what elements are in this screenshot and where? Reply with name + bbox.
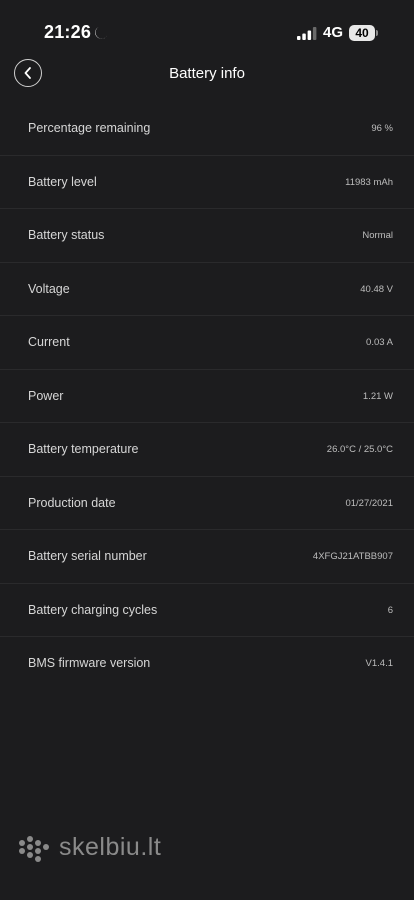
info-label: Battery status <box>28 228 105 242</box>
row-battery-status: Battery status Normal <box>0 209 414 263</box>
info-label: Percentage remaining <box>28 121 151 135</box>
info-label: Current <box>28 335 70 349</box>
status-bar: 21:26 4G 40 <box>0 0 414 60</box>
info-label: Power <box>28 388 64 403</box>
battery-icon: 40 <box>349 25 379 41</box>
battery-level: 40 <box>349 25 375 41</box>
info-value: Normal <box>362 230 393 241</box>
row-current: Current 0.03 A <box>0 316 414 370</box>
signal-icon <box>297 27 317 40</box>
info-value: 1.21 W <box>362 390 393 402</box>
row-battery-serial-number: Battery serial number 4XFGJ21ATBB907 <box>0 530 414 584</box>
info-label: Battery charging cycles <box>28 602 158 617</box>
row-voltage: Voltage 40.48 V <box>0 263 414 316</box>
info-value: 0.03 A <box>366 337 393 348</box>
info-value: 96 % <box>371 123 393 134</box>
info-label: Voltage <box>28 281 70 296</box>
info-label: Production date <box>28 495 116 510</box>
nav-header: Battery info <box>0 56 414 92</box>
info-value: 11983 mAh <box>345 176 393 188</box>
info-label: Battery level <box>28 174 97 189</box>
network-label: 4G <box>323 24 344 41</box>
info-label: Battery temperature <box>28 442 139 456</box>
info-value: 26.0°C / 25.0°C <box>326 444 393 455</box>
status-time: 21:26 <box>44 22 92 42</box>
row-percentage-remaining: Percentage remaining 96 % <box>0 102 414 156</box>
info-value: 40.48 V <box>360 283 393 295</box>
row-battery-charging-cycles: Battery charging cycles 6 <box>0 584 414 637</box>
row-battery-level: Battery level 11983 mAh <box>0 156 414 209</box>
info-value: 4XFGJ21ATBB907 <box>312 551 393 562</box>
info-value: 6 <box>387 604 393 616</box>
moon-icon <box>95 26 108 39</box>
row-bms-firmware-version: BMS firmware version V1.4.1 <box>0 637 414 691</box>
watermark-text: skelbiu.lt <box>59 833 162 861</box>
battery-tip <box>376 30 378 36</box>
info-label: BMS firmware version <box>28 656 151 670</box>
row-production-date: Production date 01/27/2021 <box>0 477 414 530</box>
row-power: Power 1.21 W <box>0 370 414 423</box>
watermark-logo-icon <box>19 836 49 862</box>
battery-info-list: Percentage remaining 96 % Battery level … <box>0 102 414 691</box>
info-value: V1.4.1 <box>365 658 393 669</box>
info-value: 01/27/2021 <box>345 497 393 509</box>
page-title: Battery info <box>169 65 245 82</box>
row-battery-temperature: Battery temperature 26.0°C / 25.0°C <box>0 423 414 477</box>
info-label: Battery serial number <box>28 549 147 563</box>
watermark: skelbiu.lt <box>16 832 196 866</box>
